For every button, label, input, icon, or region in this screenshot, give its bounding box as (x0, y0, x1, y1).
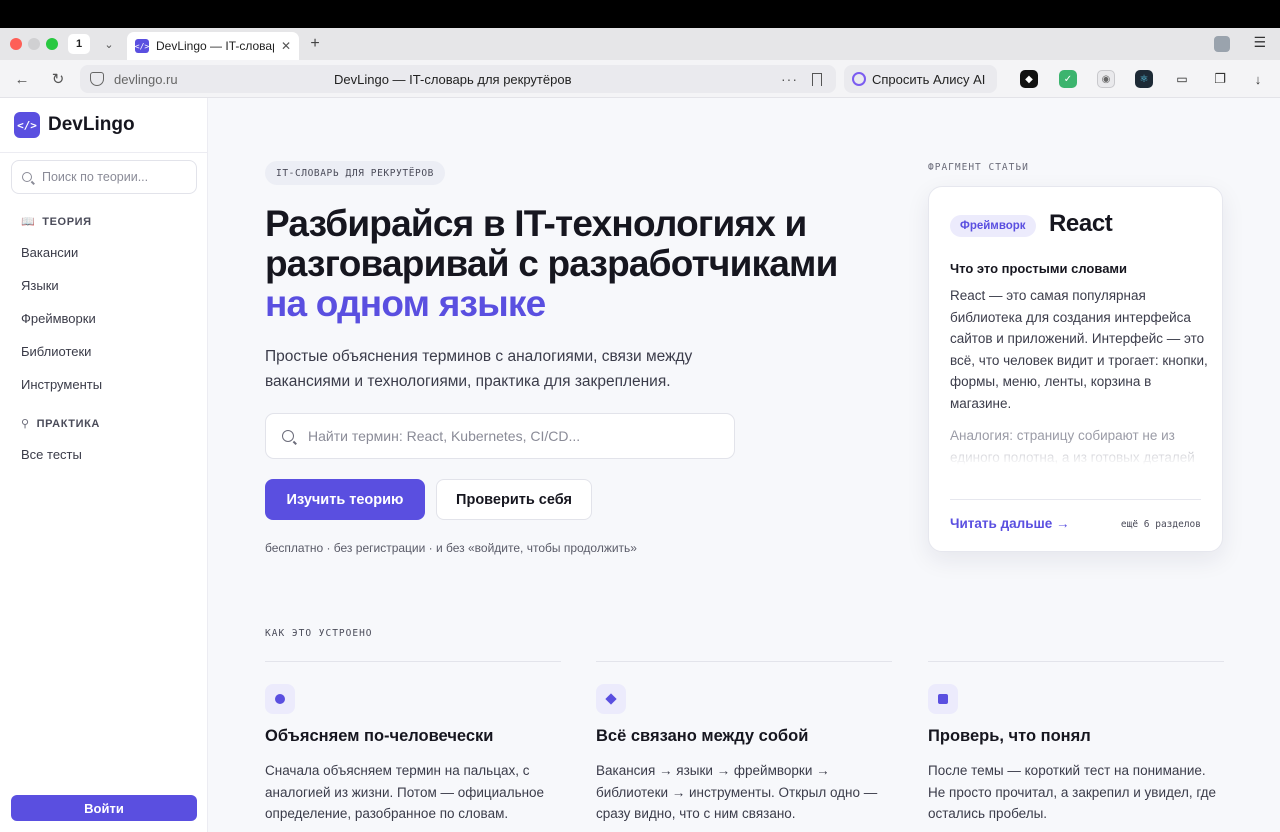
feature-connected: Всё связано между собой Вакансия → языки… (596, 661, 892, 825)
app: </> DevLingo 📖 ТЕОРИЯ Вакансии Языки Фре… (0, 98, 1280, 832)
zoom-window-button[interactable] (46, 38, 58, 50)
login-button[interactable]: Войти (11, 795, 197, 821)
term-search-input[interactable] (308, 428, 708, 444)
sidebar-item-languages[interactable]: Языки (21, 278, 59, 293)
feature-text: Вакансия → языки → фреймворки → библиоте… (596, 763, 878, 821)
card-tag[interactable]: Фреймворк (950, 215, 1036, 237)
more-icon[interactable]: ··· (781, 71, 798, 87)
headline-line-2: разговаривай с разработчиками (265, 243, 838, 284)
sidebar-item-frameworks[interactable]: Фреймворки (21, 311, 96, 326)
ask-alice-label: Спросить Алису AI (872, 71, 986, 87)
feature-check: Проверь, что понял После темы — короткий… (928, 661, 1224, 825)
extension-eye-icon[interactable]: ◉ (1097, 70, 1115, 88)
article-preview-card: Фреймворк React Что это простыми словами… (928, 186, 1223, 552)
back-icon[interactable]: ← (12, 69, 32, 89)
more-sections-count: ещё 6 разделов (1120, 519, 1201, 530)
close-icon[interactable]: ✕ (281, 39, 291, 53)
new-tab-icon[interactable]: + (305, 34, 325, 54)
headline-accent: на одном языке (265, 283, 546, 324)
code-icon: </> (135, 39, 149, 53)
section-theory-label: ТЕОРИЯ (42, 215, 92, 228)
study-theory-button[interactable]: Изучить теорию (265, 479, 425, 520)
chevron-down-icon[interactable]: ⌄ (100, 35, 118, 53)
card-body: React — это самая популярная библиотека … (950, 288, 1208, 411)
feature-text: Сначала объясняем термин на пальцах, с а… (265, 763, 545, 821)
system-top-bar (0, 0, 1280, 28)
card-fade-text: Аналогия: страницу собирают не из единог… (950, 428, 1195, 465)
shield-icon (90, 72, 104, 86)
extension-shield-icon[interactable]: ✓ (1059, 70, 1077, 88)
card-subtitle: Что это простыми словами (950, 261, 1128, 276)
logo-code-icon: </> (14, 112, 40, 138)
extension-react-icon[interactable]: ⚛ (1135, 70, 1153, 88)
battery-icon[interactable]: ▭ (1173, 70, 1191, 88)
feature-divider (265, 661, 561, 662)
feature-title: Объясняем по-человечески (265, 727, 494, 745)
section-practice-label: ПРАКТИКА (36, 417, 100, 430)
card-label: ФРАГМЕНТ СТАТЬИ (928, 162, 1029, 173)
sidebar-item-tools[interactable]: Инструменты (21, 377, 102, 392)
feature-title: Всё связано между собой (596, 727, 809, 745)
sidebar-section-practice: ⚲ ПРАКТИКА (21, 417, 100, 431)
headline-line-1: Разбирайся в IT-технологиях и (265, 203, 807, 244)
sidebar-item-all-tests[interactable]: Все тесты (21, 447, 82, 462)
sidebar-search-input[interactable] (42, 170, 182, 184)
url-host: devlingo.ru (114, 71, 178, 87)
practice-icon: ⚲ (21, 418, 30, 430)
sidebar-item-libraries[interactable]: Библиотеки (21, 344, 91, 359)
minimize-window-button[interactable] (28, 38, 40, 50)
extension-cat-icon[interactable]: ◆ (1020, 70, 1038, 88)
browser-tab[interactable]: </> DevLingo — IT-словарь для рекрутёров… (127, 32, 299, 60)
address-bar: ← ↻ devlingo.ru DevLingo — IT-словарь дл… (0, 60, 1280, 98)
brand[interactable]: </> DevLingo (14, 112, 135, 138)
brand-name: DevLingo (48, 114, 135, 135)
url-page-title: DevLingo — IT-словарь для рекрутёров (334, 71, 572, 87)
bookmark-icon[interactable] (812, 72, 822, 86)
window-controls (10, 38, 58, 50)
search-icon (282, 430, 294, 442)
feature-divider (928, 661, 1224, 662)
dot-icon (265, 684, 295, 714)
hero-lede: Простые объяснения терминов с аналогиями… (265, 348, 693, 390)
close-window-button[interactable] (10, 38, 22, 50)
tab-count-badge[interactable]: 1 (68, 34, 90, 54)
url-field[interactable]: devlingo.ru DevLingo — IT-словарь для ре… (80, 65, 836, 93)
sidebar: </> DevLingo 📖 ТЕОРИЯ Вакансии Языки Фре… (0, 98, 208, 832)
feature-text: После темы — короткий тест на понимание.… (928, 763, 1217, 821)
hero-note: бесплатно · без регистрации · и без «вой… (265, 541, 637, 555)
sidebar-section-theory: 📖 ТЕОРИЯ (21, 215, 92, 229)
feature-explain: Объясняем по-человечески Сначала объясня… (265, 661, 561, 825)
ask-alice-button[interactable]: Спросить Алису AI (844, 65, 998, 93)
test-yourself-button[interactable]: Проверить себя (436, 479, 592, 520)
card-title: React (1049, 210, 1113, 237)
feature-divider (596, 661, 892, 662)
book-icon: 📖 (21, 216, 36, 228)
square-icon (928, 684, 958, 714)
tab-strip: 1 ⌄ </> DevLingo — IT-словарь для рекрут… (0, 28, 1280, 60)
download-icon[interactable]: ↓ (1249, 70, 1267, 88)
profile-avatar[interactable] (1214, 36, 1230, 52)
diamond-icon (596, 684, 626, 714)
tabs-icon[interactable]: ❐ (1211, 70, 1229, 88)
read-more-link[interactable]: Читать дальше → (950, 516, 1070, 531)
how-it-works-label: КАК ЭТО УСТРОЕНО (265, 628, 373, 639)
reload-icon[interactable]: ↻ (48, 69, 68, 89)
hero-badge: IT-СЛОВАРЬ ДЛЯ РЕКРУТЁРОВ (265, 161, 445, 185)
sidebar-search[interactable] (11, 160, 197, 194)
menu-icon[interactable]: ☰ (1253, 34, 1266, 51)
term-search[interactable] (265, 413, 735, 459)
hero-headline: Разбирайся в IT-технологиях и разговарив… (265, 204, 905, 324)
alice-icon (852, 72, 866, 86)
card-divider (950, 499, 1201, 500)
search-icon (22, 172, 32, 182)
feature-title: Проверь, что понял (928, 727, 1091, 745)
sidebar-item-vacancies[interactable]: Вакансии (21, 245, 78, 260)
sidebar-divider (0, 152, 207, 153)
tab-title: DevLingo — IT-словарь для рекрутёров (156, 39, 274, 53)
main-content: IT-СЛОВАРЬ ДЛЯ РЕКРУТЁРОВ Разбирайся в I… (208, 98, 1280, 832)
